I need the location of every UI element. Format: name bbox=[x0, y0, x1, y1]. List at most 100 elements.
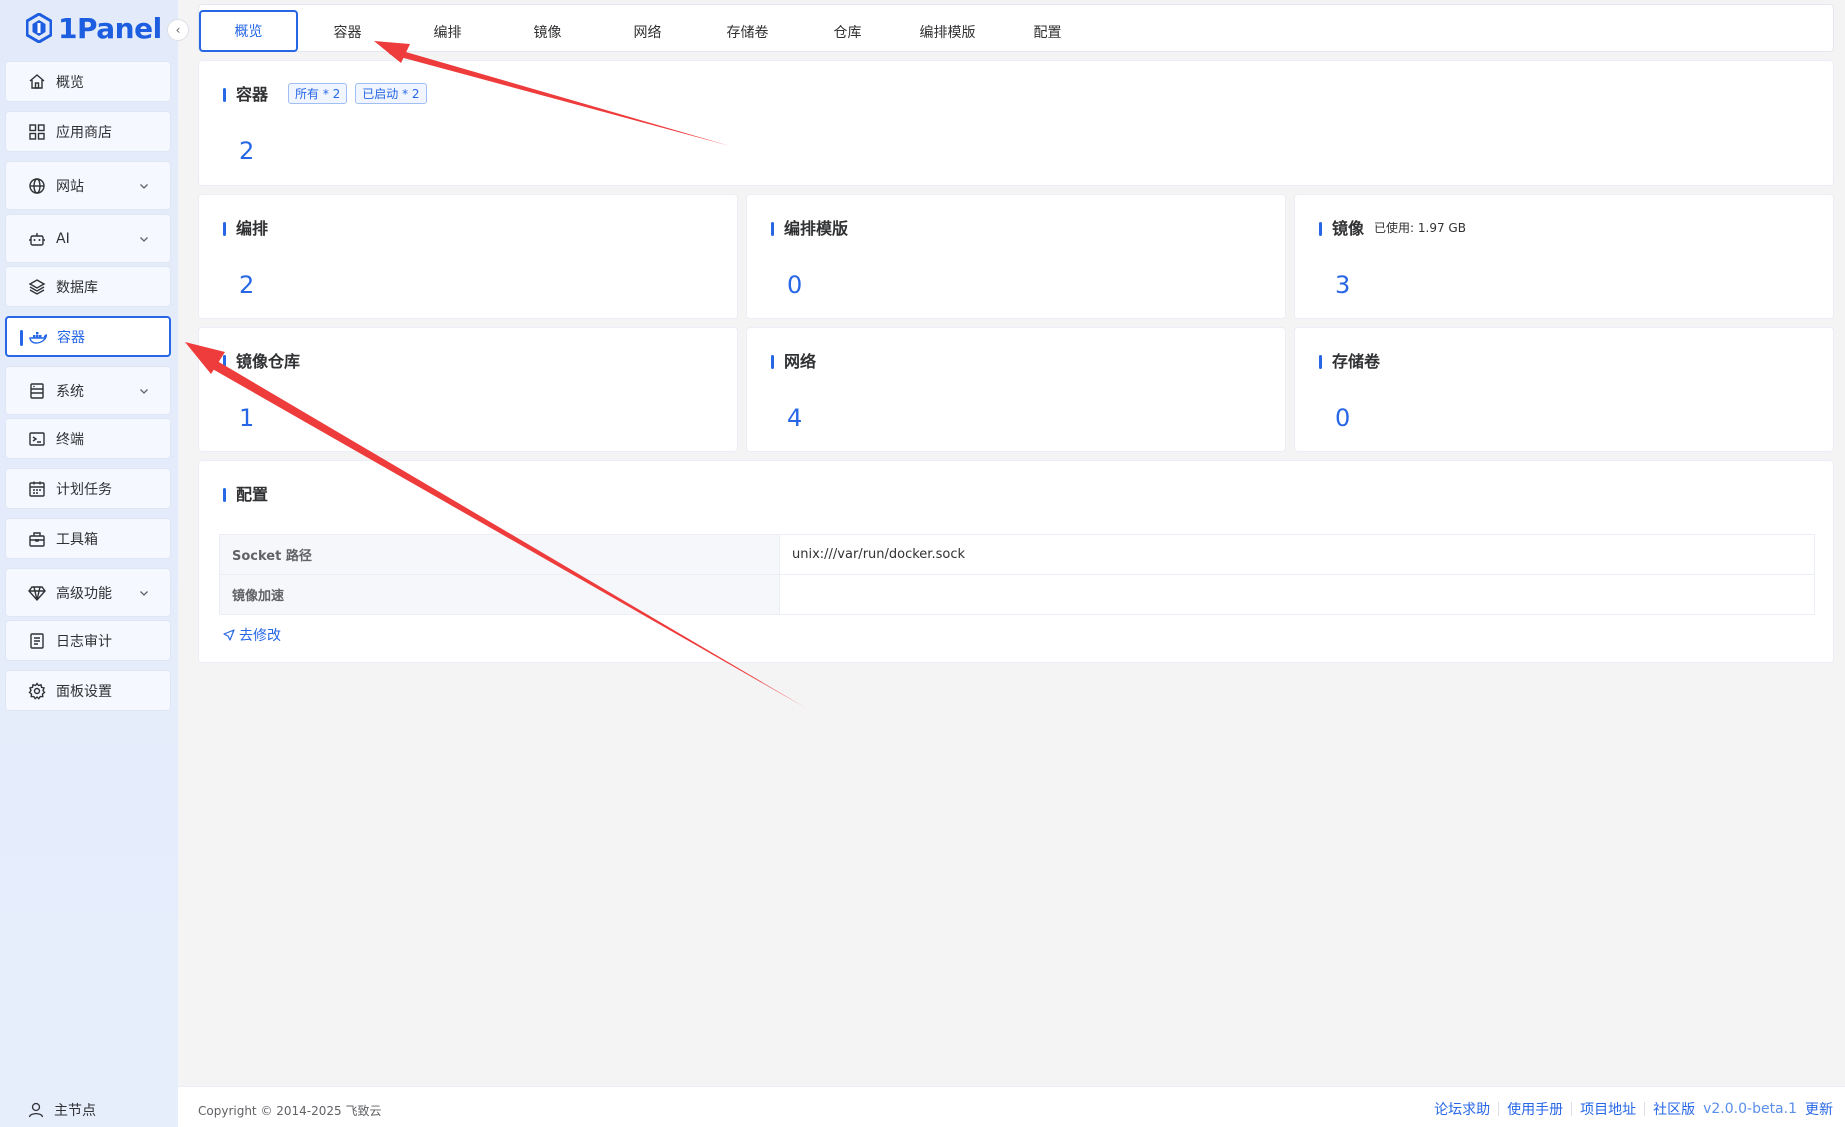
forum-link[interactable]: 论坛求助 bbox=[1434, 1099, 1490, 1119]
tab-containers[interactable]: 容器 bbox=[298, 11, 397, 53]
config-card: 配置 Socket 路径 unix:///var/run/docker.sock… bbox=[198, 460, 1834, 663]
sidebar-item-label: 容器 bbox=[57, 329, 85, 346]
table-row: 镜像加速 bbox=[219, 574, 1815, 615]
card-title: 镜像 已使用: 1.97 GB bbox=[1319, 215, 1466, 239]
containers-card[interactable]: 容器 所有 * 2 已启动 * 2 2 bbox=[198, 60, 1834, 186]
containers-count[interactable]: 2 bbox=[239, 137, 254, 165]
container-tabbar: 概览 容器 编排 镜像 网络 存储卷 仓库 编排模版 配置 bbox=[198, 4, 1834, 52]
sidebar-item-10[interactable]: 工具箱 bbox=[5, 518, 171, 559]
edition-link[interactable]: 社区版 bbox=[1653, 1099, 1695, 1119]
compose-card[interactable]: 编排 2 bbox=[198, 194, 738, 319]
chevron-down-icon bbox=[138, 385, 150, 401]
title-marker bbox=[223, 488, 226, 502]
sidebar-item-5[interactable]: 数据库 bbox=[5, 266, 171, 307]
config-value: unix:///var/run/docker.sock bbox=[779, 534, 1815, 575]
compose-template-title: 编排模版 bbox=[784, 219, 849, 238]
chevron-left-icon: ‹ bbox=[175, 23, 181, 37]
volume-count[interactable]: 0 bbox=[1335, 404, 1350, 432]
sidebar: 1Panel ‹ 概览应用商店网站 AI 数据库容器系统终端计划任务工具箱高级功能日… bbox=[0, 0, 189, 1127]
sidebar-item-label: 概览 bbox=[56, 74, 84, 91]
tab-compose[interactable]: 编排 bbox=[398, 11, 497, 53]
title-marker bbox=[771, 355, 774, 369]
title-marker bbox=[1319, 222, 1322, 236]
brand-name: 1Panel bbox=[58, 11, 162, 45]
volume-card[interactable]: 存储卷 0 bbox=[1294, 327, 1834, 452]
collapse-sidebar-button[interactable]: ‹ bbox=[167, 19, 189, 41]
sidebar-item-7[interactable]: 系统 bbox=[5, 366, 171, 415]
tag-all-containers[interactable]: 所有 * 2 bbox=[288, 82, 348, 104]
robot-icon bbox=[28, 230, 46, 248]
footer: Copyright © 2014-2025 飞致云 论坛求助 使用手册 项目地址… bbox=[178, 1086, 1845, 1127]
calendar-icon bbox=[28, 480, 46, 498]
tab-repos[interactable]: 仓库 bbox=[798, 11, 897, 53]
divider bbox=[1498, 1102, 1500, 1116]
card-title: 镜像仓库 bbox=[223, 348, 300, 372]
project-link[interactable]: 项目地址 bbox=[1580, 1099, 1636, 1119]
image-title: 镜像 bbox=[1332, 219, 1365, 238]
sidebar-item-label: 面板设置 bbox=[56, 683, 112, 700]
sidebar-item-3[interactable]: 网站 bbox=[5, 161, 171, 210]
image-count[interactable]: 3 bbox=[1335, 271, 1350, 299]
card-title: 存储卷 bbox=[1319, 348, 1380, 372]
user-icon bbox=[28, 1102, 44, 1118]
sidebar-item-9[interactable]: 计划任务 bbox=[5, 468, 171, 509]
title-marker bbox=[1319, 355, 1322, 369]
copyright: Copyright © 2014-2025 飞致云 bbox=[198, 1104, 382, 1118]
sidebar-item-1[interactable]: 概览 bbox=[5, 61, 171, 102]
volume-title: 存储卷 bbox=[1332, 352, 1381, 371]
tab-images[interactable]: 镜像 bbox=[498, 11, 597, 53]
tab-networks[interactable]: 网络 bbox=[598, 11, 697, 53]
card-title: 配置 bbox=[223, 481, 268, 505]
tab-compose-templates[interactable]: 编排模版 bbox=[898, 11, 997, 53]
manual-link[interactable]: 使用手册 bbox=[1507, 1099, 1563, 1119]
sidebar-item-6[interactable]: 容器 bbox=[5, 316, 171, 357]
network-title: 网络 bbox=[784, 352, 817, 371]
sidebar-item-label: 网站 bbox=[56, 178, 84, 195]
chevron-down-icon bbox=[138, 180, 150, 196]
tab-config[interactable]: 配置 bbox=[998, 11, 1097, 53]
compose-template-count[interactable]: 0 bbox=[787, 271, 802, 299]
divider bbox=[1644, 1102, 1646, 1116]
sidebar-item-label: 系统 bbox=[56, 383, 84, 400]
image-usage: 已使用: 1.97 GB bbox=[1374, 220, 1466, 235]
sidebar-item-12[interactable]: 日志审计 bbox=[5, 620, 171, 661]
tag-running-containers[interactable]: 已启动 * 2 bbox=[355, 82, 427, 104]
sidebar-item-label: 工具箱 bbox=[56, 531, 98, 548]
network-card[interactable]: 网络 4 bbox=[746, 327, 1286, 452]
tab-overview[interactable]: 概览 bbox=[199, 10, 298, 52]
title-marker bbox=[223, 222, 226, 236]
network-count[interactable]: 4 bbox=[787, 404, 802, 432]
sidebar-item-label: 终端 bbox=[56, 431, 84, 448]
server-icon bbox=[28, 382, 46, 400]
tab-volumes[interactable]: 存储卷 bbox=[698, 11, 797, 53]
repo-count[interactable]: 1 bbox=[239, 404, 254, 432]
title-marker bbox=[223, 355, 226, 369]
card-title: 网络 bbox=[771, 348, 816, 372]
config-value bbox=[779, 574, 1815, 615]
sidebar-item-4[interactable]: AI bbox=[5, 214, 171, 263]
layers-icon bbox=[28, 278, 46, 296]
config-table: Socket 路径 unix:///var/run/docker.sock 镜像… bbox=[219, 534, 1815, 615]
sidebar-item-13[interactable]: 面板设置 bbox=[5, 670, 171, 711]
current-node-label: 主节点 bbox=[54, 1103, 96, 1119]
current-node[interactable]: 主节点 bbox=[28, 1100, 96, 1120]
sidebar-item-label: 高级功能 bbox=[56, 585, 112, 602]
divider bbox=[1571, 1102, 1573, 1116]
repo-card[interactable]: 镜像仓库 1 bbox=[198, 327, 738, 452]
update-link[interactable]: 更新 bbox=[1805, 1099, 1833, 1119]
title-marker bbox=[771, 222, 774, 236]
sidebar-item-label: 计划任务 bbox=[56, 481, 112, 498]
compose-template-card[interactable]: 编排模版 0 bbox=[746, 194, 1286, 319]
card-title: 编排模版 bbox=[771, 215, 848, 239]
send-icon bbox=[223, 629, 235, 641]
card-title: 容器 所有 * 2 已启动 * 2 bbox=[223, 81, 427, 105]
logo[interactable]: 1Panel bbox=[26, 10, 162, 46]
sidebar-item-8[interactable]: 终端 bbox=[5, 418, 171, 459]
sidebar-item-2[interactable]: 应用商店 bbox=[5, 111, 171, 152]
compose-count[interactable]: 2 bbox=[239, 271, 254, 299]
title-marker bbox=[223, 88, 226, 102]
image-card[interactable]: 镜像 已使用: 1.97 GB 3 bbox=[1294, 194, 1834, 319]
edit-config-link[interactable]: 去修改 bbox=[223, 625, 281, 645]
sidebar-item-11[interactable]: 高级功能 bbox=[5, 568, 171, 617]
log-icon bbox=[28, 632, 46, 650]
